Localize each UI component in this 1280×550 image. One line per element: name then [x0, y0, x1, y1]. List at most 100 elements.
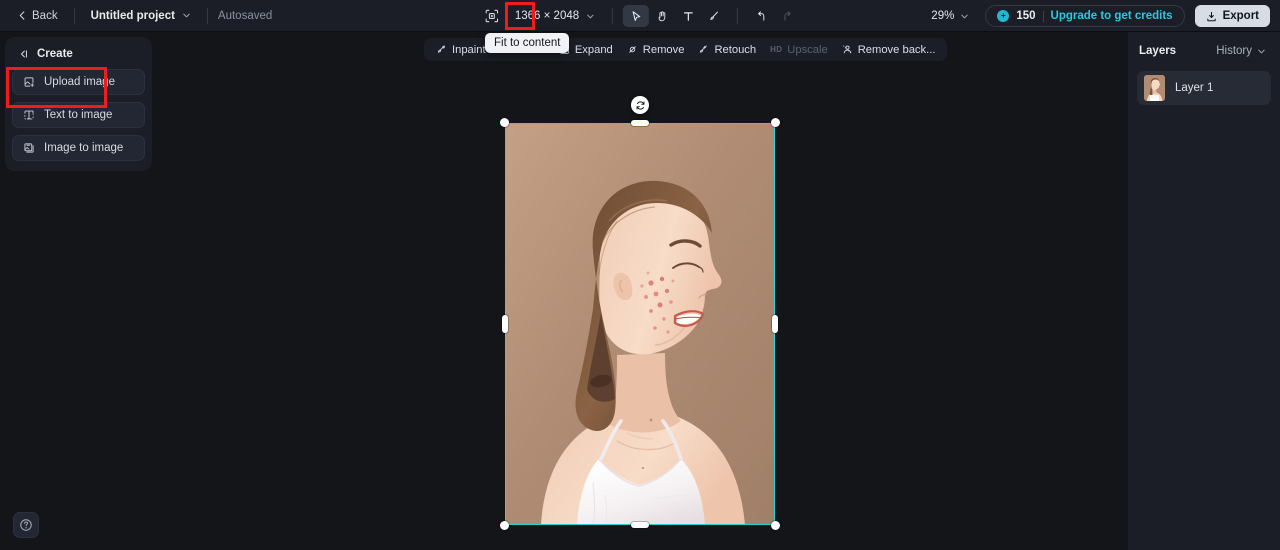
retouch-button[interactable]: Retouch	[692, 41, 762, 59]
help-question-icon	[19, 518, 33, 532]
text-tool-button[interactable]	[675, 5, 701, 27]
redo-arrow-icon	[781, 10, 794, 23]
chevron-left-icon	[18, 11, 27, 20]
autosaved-status: Autosaved	[217, 9, 273, 22]
history-label: History	[1216, 45, 1252, 57]
expand-label: Expand	[574, 43, 613, 56]
chevron-down-icon	[586, 12, 595, 21]
inpaint-label: Inpaint	[452, 43, 486, 56]
selected-image-object[interactable]	[500, 96, 780, 530]
layer-thumbnail	[1144, 75, 1165, 101]
left-create-panel: Create Upload image Text to image Image …	[5, 37, 152, 171]
right-layers-panel: Layers History Layer 1	[1128, 32, 1280, 550]
portrait-illustration	[505, 123, 775, 525]
credits-badge[interactable]: + 150 Upgrade to get credits	[985, 5, 1185, 27]
canvas-size-dropdown[interactable]: 1366 × 2048	[508, 6, 602, 26]
text-to-image-icon	[23, 109, 35, 121]
project-name: Untitled project	[90, 9, 175, 22]
text-to-image-label: Text to image	[44, 109, 113, 121]
divider	[206, 7, 208, 24]
resize-handle-right[interactable]	[772, 315, 778, 333]
back-label: Back	[32, 9, 58, 22]
history-dropdown[interactable]: History	[1213, 43, 1269, 59]
inpaint-icon	[436, 44, 447, 55]
upscale-button[interactable]: HD Upscale	[764, 41, 834, 59]
collapse-panel-icon[interactable]	[17, 48, 29, 60]
fit-to-content-button[interactable]	[480, 5, 504, 27]
chevron-down-icon	[182, 11, 191, 20]
upscale-label: Upscale	[787, 43, 828, 56]
image-to-image-button[interactable]: Image to image	[12, 135, 145, 161]
text-to-image-button[interactable]: Text to image	[12, 102, 145, 128]
resize-handle-top[interactable]	[631, 120, 649, 126]
resize-handle-top-left[interactable]	[500, 118, 509, 127]
remove-label: Remove	[642, 43, 685, 56]
upgrade-link[interactable]: Upgrade to get credits	[1051, 10, 1173, 22]
resize-handle-top-right[interactable]	[771, 118, 780, 127]
tooltip-text: Fit to content	[494, 37, 561, 49]
divider	[737, 8, 739, 24]
retouch-label: Retouch	[714, 43, 757, 56]
layers-title: Layers	[1139, 45, 1177, 57]
help-button[interactable]	[13, 512, 39, 538]
resize-handle-left[interactable]	[502, 315, 508, 333]
app-root: Back Untitled project Autosaved 1366 × 2…	[0, 0, 1280, 550]
top-bar-left: Back Untitled project Autosaved	[0, 6, 272, 26]
tooltip: Fit to content	[485, 33, 570, 53]
remove-background-icon	[842, 44, 853, 55]
rotate-handle[interactable]	[631, 96, 649, 114]
credits-count: 150	[1016, 10, 1036, 22]
create-panel-title: Create	[37, 48, 73, 60]
fit-to-content-icon	[485, 9, 499, 23]
cursor-arrow-icon	[630, 10, 643, 23]
remove-icon	[627, 44, 638, 55]
resize-handle-bottom-right[interactable]	[771, 521, 780, 530]
top-bar-right: 29% + 150 Upgrade to get credits Export	[925, 0, 1270, 32]
brush-tool-button[interactable]	[701, 5, 727, 27]
chevron-down-icon	[1257, 47, 1266, 56]
hd-icon: HD	[770, 45, 783, 54]
upload-image-icon	[23, 76, 35, 88]
layers-panel-header: Layers History	[1137, 42, 1271, 71]
back-button[interactable]: Back	[12, 6, 64, 26]
hand-icon	[656, 10, 669, 23]
upload-image-button[interactable]: Upload image	[12, 69, 145, 95]
layer-name: Layer 1	[1175, 82, 1214, 94]
select-tool-button[interactable]	[623, 5, 650, 27]
zoom-dropdown[interactable]: 29%	[925, 6, 975, 26]
create-panel-header: Create	[12, 45, 145, 69]
canvas-area[interactable]	[0, 32, 1128, 550]
redo-button[interactable]	[774, 5, 800, 27]
layer-list-item[interactable]: Layer 1	[1137, 71, 1271, 105]
project-name-dropdown[interactable]: Untitled project	[85, 6, 197, 26]
upload-image-label: Upload image	[44, 76, 115, 88]
divider	[73, 7, 75, 24]
image-to-image-icon	[23, 142, 35, 154]
download-icon	[1206, 11, 1217, 22]
image-to-image-label: Image to image	[44, 142, 124, 154]
zoom-level-value: 29%	[931, 10, 955, 22]
brush-icon	[708, 10, 721, 23]
retouch-icon	[698, 44, 709, 55]
inpaint-button[interactable]: Inpaint	[430, 41, 492, 59]
resize-handle-bottom[interactable]	[631, 522, 649, 528]
divider	[1042, 10, 1044, 22]
remove-background-button[interactable]: Remove back...	[836, 41, 942, 59]
rotate-icon	[635, 100, 646, 111]
remove-button[interactable]: Remove	[621, 41, 691, 59]
canvas-size-value: 1366 × 2048	[514, 10, 580, 22]
undo-arrow-icon	[755, 10, 768, 23]
pan-tool-button[interactable]	[649, 5, 675, 27]
top-bar-center: 1366 × 2048	[480, 0, 800, 32]
canvas-image[interactable]	[505, 123, 775, 525]
top-bar: Back Untitled project Autosaved 1366 × 2…	[0, 0, 1280, 32]
remove-background-label: Remove back...	[857, 43, 936, 56]
divider	[612, 8, 614, 24]
undo-button[interactable]	[748, 5, 774, 27]
coin-icon: +	[997, 10, 1010, 22]
export-label: Export	[1222, 10, 1259, 22]
resize-handle-bottom-left[interactable]	[500, 521, 509, 530]
export-button[interactable]: Export	[1194, 5, 1270, 27]
chevron-down-icon	[960, 12, 969, 21]
text-t-icon	[682, 10, 695, 23]
